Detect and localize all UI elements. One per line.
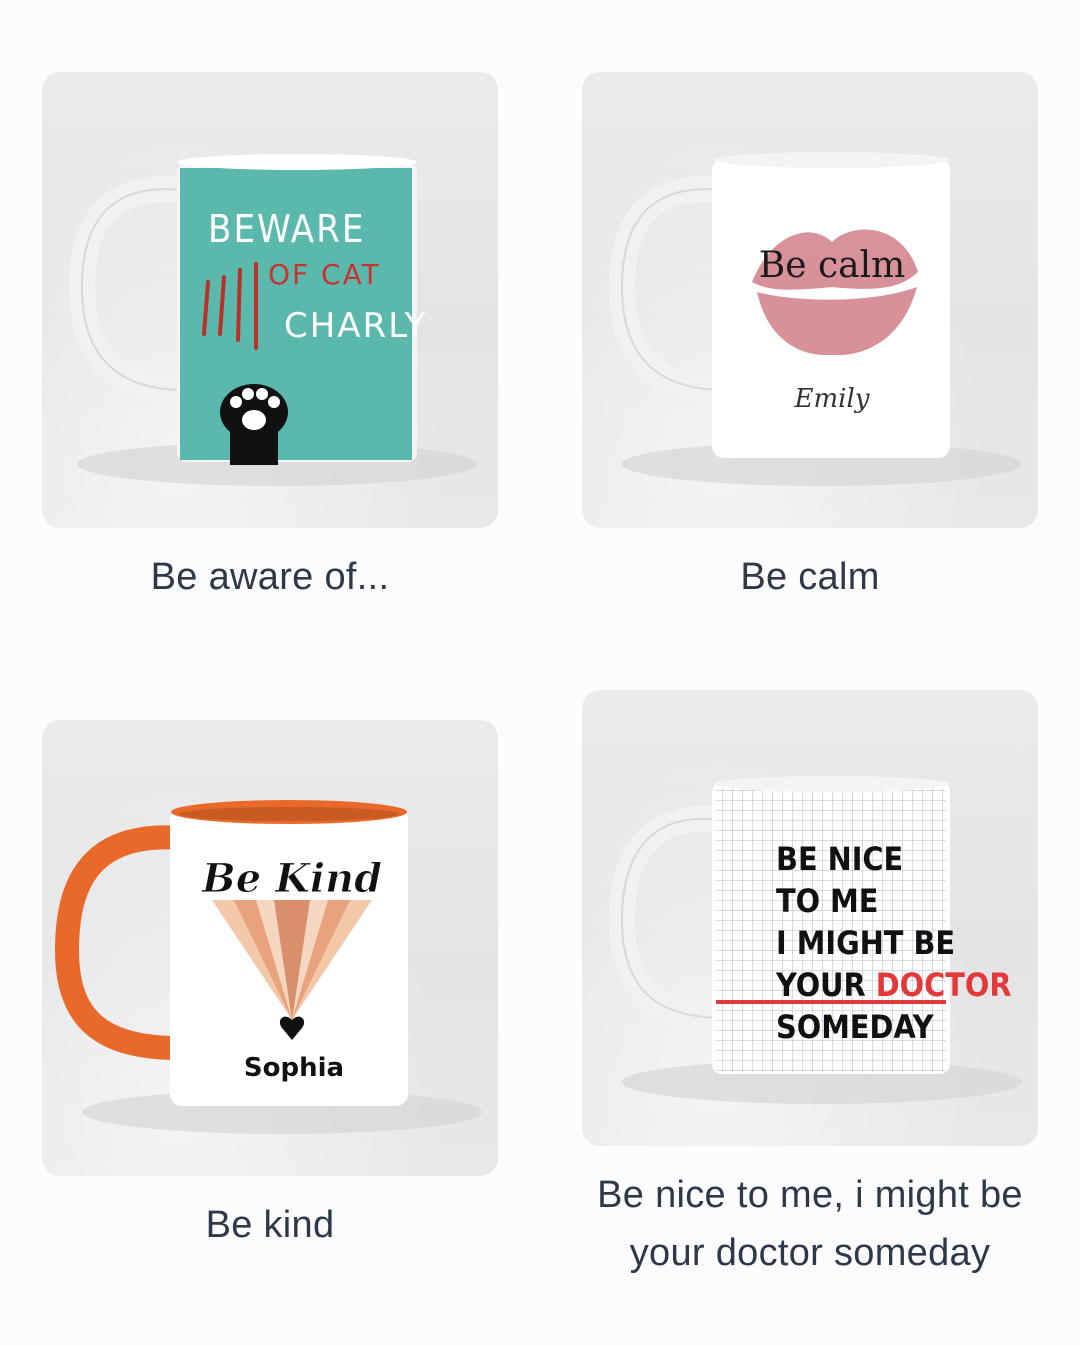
product-card-be-kind[interactable]: Be Kind Sophia Be kind: [42, 720, 498, 1260]
mug-text-doctor: DOCTOR: [876, 966, 1012, 1004]
mug-text-be-kind: Be Kind: [201, 855, 382, 902]
paw-icon: [220, 384, 288, 465]
product-caption[interactable]: Be aware of...: [42, 548, 498, 606]
mug-text-be-calm: Be calm: [759, 245, 905, 286]
product-caption[interactable]: Be nice to me, i might be your doctor so…: [582, 1166, 1038, 1282]
mug-be-nice-image: BE NICE TO ME I MIGHT BE YOUR DOCTOR SOM…: [608, 776, 1022, 1104]
mug-text-i-might-be: I MIGHT BE: [776, 924, 955, 962]
product-card-be-nice[interactable]: BE NICE TO ME I MIGHT BE YOUR DOCTOR SOM…: [582, 690, 1038, 1290]
mug-be-kind-image: Be Kind Sophia: [54, 800, 482, 1134]
mug-text-beware: BEWARE: [208, 207, 366, 251]
mug-text-to-me: TO ME: [776, 882, 878, 920]
mug-text-sophia: Sophia: [244, 1053, 344, 1083]
mug-text-someday: SOMEDAY: [776, 1008, 935, 1046]
product-caption[interactable]: Be calm: [582, 548, 1038, 606]
product-image[interactable]: Be calm Emily: [582, 72, 1038, 528]
product-card-be-aware[interactable]: BEWARE OF CAT CHARLY Be aware of...: [42, 72, 498, 612]
product-image[interactable]: BE NICE TO ME I MIGHT BE YOUR DOCTOR SOM…: [582, 690, 1038, 1146]
mug-text-be-nice: BE NICE: [776, 840, 903, 878]
mug-beware-of-cat-image: BEWARE OF CAT CHARLY: [68, 154, 477, 486]
product-card-be-calm[interactable]: Be calm Emily Be calm: [582, 72, 1038, 612]
mug-text-your: YOUR: [775, 966, 876, 1004]
mug-text-charly: CHARLY: [284, 306, 427, 346]
product-image[interactable]: BEWARE OF CAT CHARLY: [42, 72, 498, 528]
product-caption[interactable]: Be kind: [42, 1196, 498, 1254]
mug-text-emily: Emily: [794, 384, 870, 414]
svg-text:YOUR DOCTOR: YOUR DOCTOR: [775, 966, 1012, 1004]
mug-text-of-cat: OF CAT: [268, 258, 381, 291]
product-image[interactable]: Be Kind Sophia: [42, 720, 498, 1176]
mug-be-calm-image: Be calm Emily: [608, 152, 1022, 486]
